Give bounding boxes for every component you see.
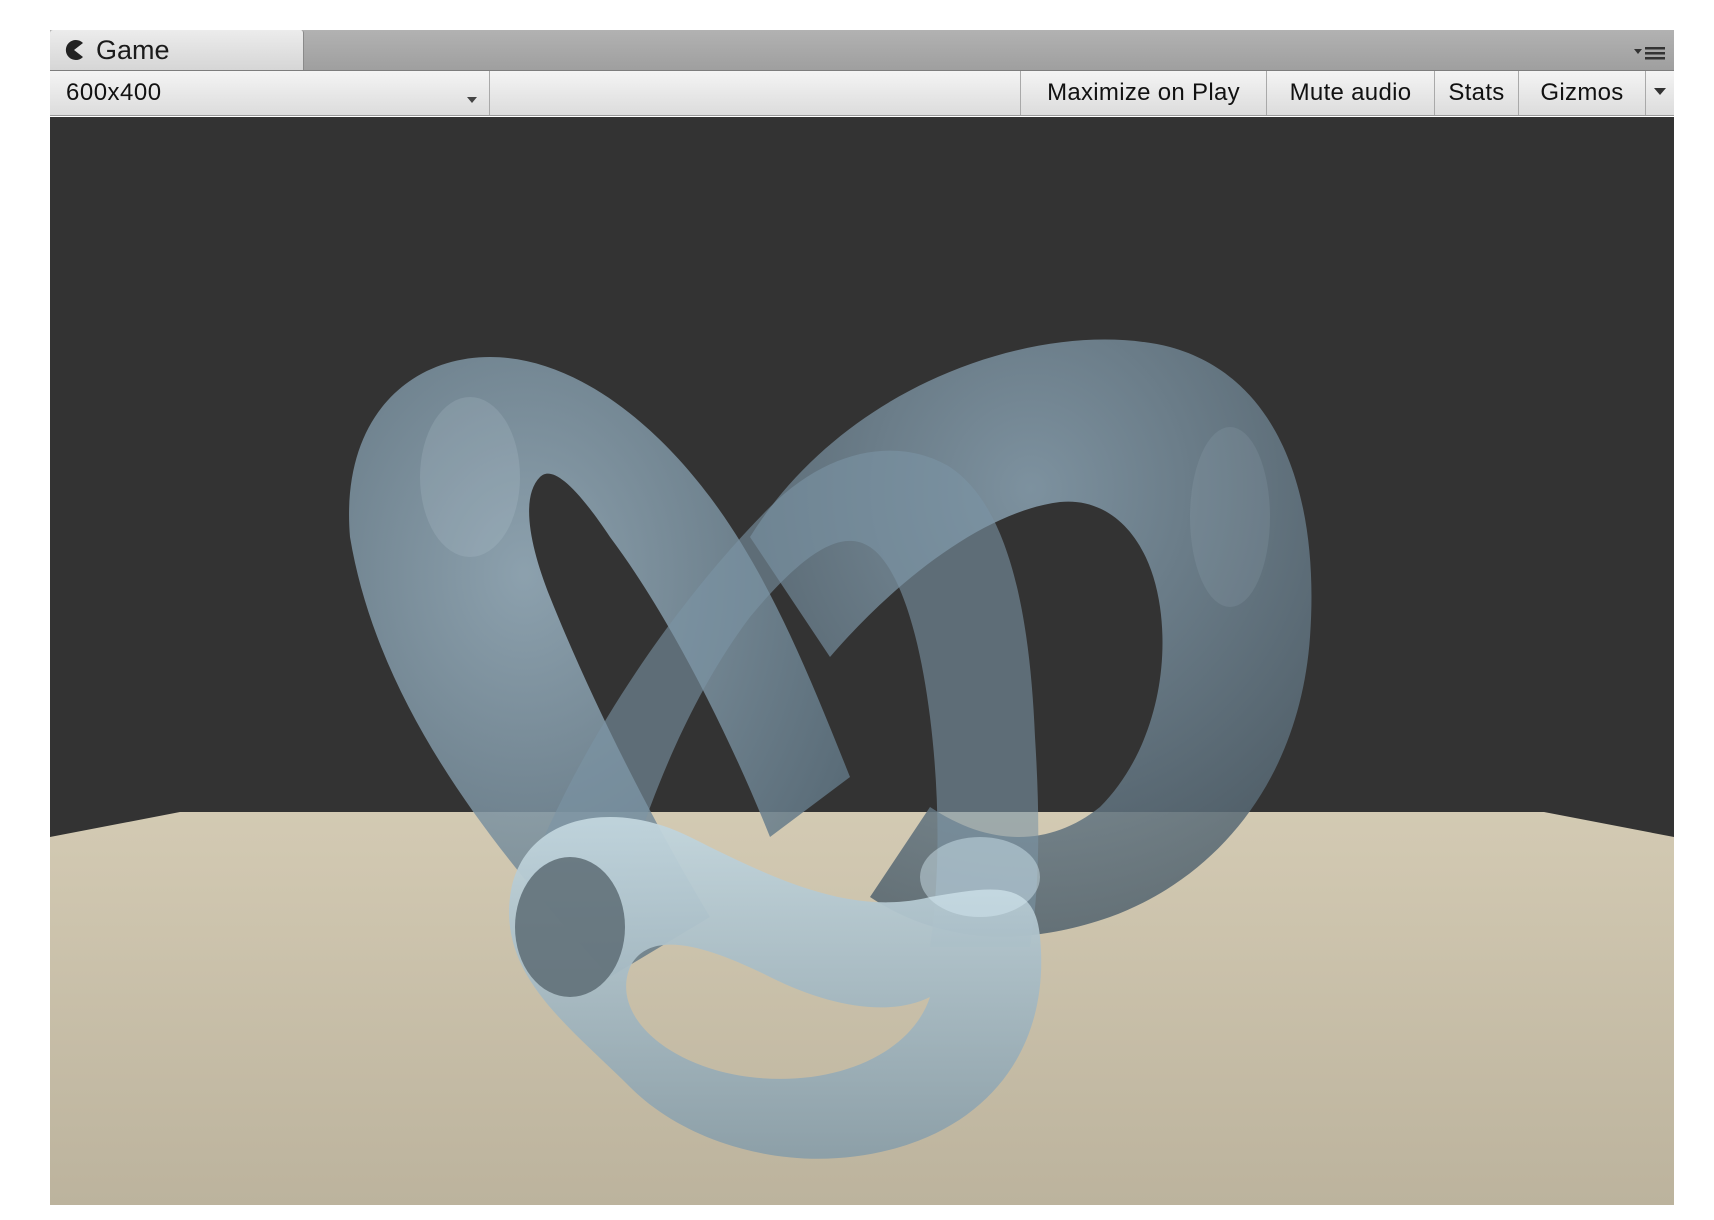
chevron-down-icon bbox=[465, 85, 479, 103]
game-toolbar: 600x400 Maximize on Play Mute audio Stat… bbox=[50, 71, 1674, 116]
tab-game[interactable]: Game bbox=[50, 30, 304, 70]
maximize-on-play-button[interactable]: Maximize on Play bbox=[1020, 71, 1266, 115]
game-viewport[interactable] bbox=[50, 117, 1674, 1205]
pacman-game-icon bbox=[62, 38, 86, 62]
resolution-dropdown[interactable]: 600x400 bbox=[50, 71, 490, 115]
gizmos-button[interactable]: Gizmos bbox=[1518, 71, 1645, 115]
panel-menu-icon[interactable] bbox=[1632, 40, 1666, 64]
mute-audio-button[interactable]: Mute audio bbox=[1266, 71, 1434, 115]
scene-render bbox=[50, 117, 1674, 1205]
game-window: Game 600x400 Maximize on Play Mute audio… bbox=[50, 30, 1674, 1205]
mute-audio-label: Mute audio bbox=[1289, 79, 1412, 106]
stats-button[interactable]: Stats bbox=[1434, 71, 1518, 115]
tab-label: Game bbox=[96, 34, 170, 65]
maximize-on-play-label: Maximize on Play bbox=[1047, 79, 1240, 106]
gizmos-dropdown-arrow[interactable] bbox=[1645, 71, 1674, 115]
knot-tube-cap bbox=[515, 857, 625, 997]
chevron-down-icon bbox=[1654, 88, 1666, 95]
resolution-value: 600x400 bbox=[66, 79, 162, 106]
gizmos-label: Gizmos bbox=[1540, 79, 1624, 106]
tab-bar: Game bbox=[50, 30, 1674, 71]
stats-label: Stats bbox=[1448, 79, 1505, 106]
